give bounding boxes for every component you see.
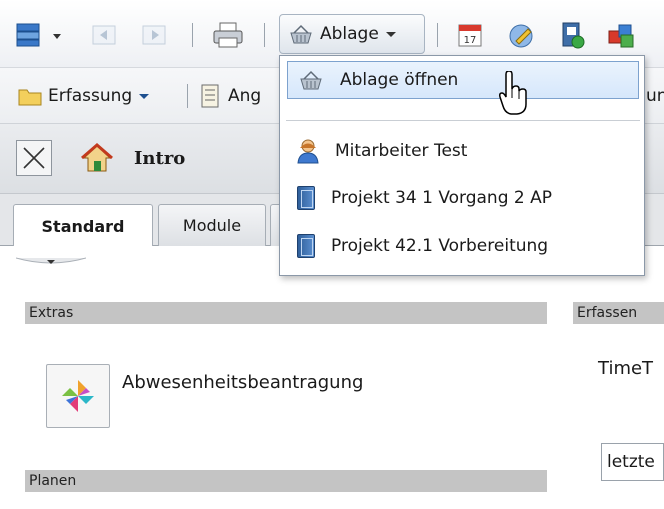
toolbar-divider — [187, 84, 188, 108]
book-add-icon — [562, 22, 585, 49]
menu-item-label: Projekt 42.1 Vorbereitung — [331, 236, 549, 256]
person-icon — [297, 139, 319, 164]
close-icon — [23, 147, 45, 169]
svg-text:17: 17 — [464, 35, 477, 46]
abwesenheit-label[interactable]: Abwesenheitsbeantragung — [122, 372, 363, 393]
calendar-icon: 17 — [458, 24, 482, 47]
cubes-icon — [608, 24, 634, 48]
menu-item-label: Ablage öffnen — [340, 70, 459, 90]
menu-item-mitarbeiter-test[interactable]: Mitarbeiter Test — [287, 132, 639, 170]
window-layout-button[interactable] — [16, 22, 70, 48]
hand-pointer-icon — [499, 70, 527, 115]
ang-label: Ang — [228, 86, 262, 106]
extras-label: Extras — [29, 305, 74, 321]
book-button[interactable] — [557, 20, 587, 50]
menu-item-label: Projekt 34 1 Vorgang 2 AP — [331, 188, 552, 208]
toolbar-divider — [192, 23, 193, 47]
ang-menu[interactable]: Ang — [200, 82, 261, 110]
erfassung-label: Erfassung — [48, 86, 133, 106]
close-button[interactable] — [16, 140, 52, 176]
page-title: Intro — [134, 148, 186, 169]
window-layout-icon — [16, 23, 61, 47]
tab-label: Standard — [41, 216, 125, 236]
tab-standard[interactable]: Standard — [13, 204, 153, 247]
ablage-button[interactable]: Ablage — [279, 14, 425, 54]
menu-item-projekt-42[interactable]: Projekt 42.1 Vorbereitung — [287, 227, 639, 265]
toolbar-divider — [437, 23, 438, 47]
menu-item-label: Mitarbeiter Test — [335, 141, 468, 161]
menu-divider — [286, 120, 640, 121]
cubes-button[interactable] — [605, 20, 639, 50]
letzte-value: letzte — [607, 452, 655, 472]
home-icon-box — [80, 142, 114, 174]
book-icon — [297, 234, 315, 258]
erfassen-section-header: Erfassen — [573, 302, 664, 324]
toolbar-divider — [264, 23, 265, 47]
erfassung-menu[interactable]: Erfassung — [18, 82, 150, 110]
form-icon — [201, 84, 219, 108]
chevron-down-icon — [139, 94, 150, 99]
printer-icon — [213, 22, 243, 48]
abwesenheit-button[interactable] — [46, 364, 110, 428]
basket-icon — [300, 70, 322, 90]
chevron-down-icon — [385, 32, 396, 37]
collapse-arrow-icon — [16, 257, 86, 264]
ablage-dropdown-menu: Ablage öffnen Mitarbeiter Test Projekt 3… — [279, 55, 645, 276]
hand-cursor — [499, 70, 529, 117]
forward-icon — [142, 25, 166, 45]
collapse-handle[interactable] — [16, 256, 86, 270]
menu-item-projekt-34[interactable]: Projekt 34 1 Vorgang 2 AP — [287, 179, 639, 217]
notes-button[interactable] — [505, 20, 539, 50]
tab-module[interactable]: Module — [158, 204, 266, 246]
basket-icon — [290, 24, 312, 44]
back-button[interactable] — [90, 22, 120, 48]
folder-icon — [18, 89, 42, 106]
back-icon — [92, 25, 116, 45]
home-icon — [81, 143, 113, 172]
forward-button[interactable] — [140, 22, 170, 48]
planen-section-header: Planen — [25, 470, 547, 492]
main-content: Extras Erfassen Abwesenheitsbeantragung … — [0, 246, 664, 509]
tab-label: Module — [182, 216, 242, 235]
ablage-button-label: Ablage — [320, 24, 379, 44]
planen-label: Planen — [29, 473, 77, 489]
letzte-select[interactable]: letzte — [601, 443, 664, 481]
cut-label: un — [646, 86, 664, 106]
erfassen-label: Erfassen — [577, 305, 638, 321]
notes-pencil-icon — [509, 24, 533, 48]
calendar-button[interactable]: 17 — [455, 20, 485, 50]
extras-section-header: Extras — [25, 302, 547, 324]
pinwheel-icon — [62, 380, 94, 412]
menu-item-ablage-oeffnen[interactable]: Ablage öffnen — [287, 61, 639, 99]
timet-label: TimeT — [598, 358, 654, 379]
print-button[interactable] — [211, 20, 245, 50]
book-icon — [297, 186, 315, 210]
